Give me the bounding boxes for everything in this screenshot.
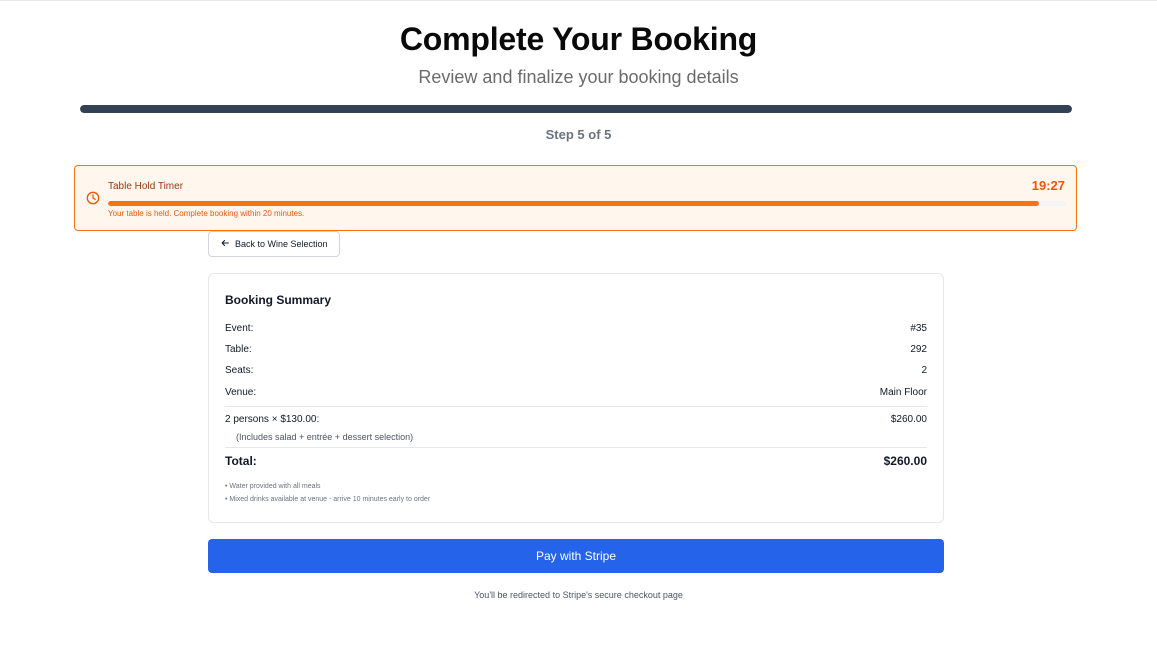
page-subtitle: Review and finalize your booking details xyxy=(418,67,739,87)
arrow-left-icon xyxy=(220,238,230,250)
line-item-value: $260.00 xyxy=(890,414,927,425)
note-water: • Water provided with all meals xyxy=(225,483,321,490)
line-item-label: 2 persons × $130.00: xyxy=(225,414,320,425)
timer-progress-fill xyxy=(108,201,1040,206)
row-value: #35 xyxy=(910,323,927,334)
pay-with-stripe-button[interactable]: Pay with Stripe xyxy=(208,539,944,573)
timer-countdown: 19:27 xyxy=(1031,178,1065,193)
row-value: 2 xyxy=(921,365,927,376)
timer-note: Your table is held. Complete booking wit… xyxy=(108,209,305,218)
timer-progress-bar xyxy=(108,201,1066,206)
divider xyxy=(225,447,927,448)
table-hold-timer: Table Hold Timer 19:27 Your table is hel… xyxy=(74,165,1077,231)
note-mixed-drinks: • Mixed drinks available at venue - arri… xyxy=(225,496,431,503)
row-label: Event: xyxy=(225,323,254,334)
summary-row-seats: Seats: 2 xyxy=(225,365,927,376)
summary-row-table: Table: 292 xyxy=(225,344,927,355)
booking-summary-title: Booking Summary xyxy=(225,293,332,307)
includes-note: (Includes salad + entrée + dessert selec… xyxy=(236,432,414,442)
back-to-wine-selection-button[interactable]: Back to Wine Selection xyxy=(208,231,340,257)
redirect-note: You'll be redirected to Stripe's secure … xyxy=(474,590,683,600)
step-progress-bar xyxy=(80,105,1072,113)
back-button-label: Back to Wine Selection xyxy=(235,239,328,249)
summary-row-venue: Venue: Main Floor xyxy=(225,387,927,398)
row-value: Main Floor xyxy=(879,387,927,398)
row-label: Venue: xyxy=(225,387,257,398)
row-label: Seats: xyxy=(225,365,254,376)
divider xyxy=(225,406,927,407)
step-label: Step 5 of 5 xyxy=(545,127,612,142)
total-label: Total: xyxy=(225,454,257,468)
row-value: 292 xyxy=(910,344,927,355)
booking-summary-card: Booking Summary Event: #35 Table: 292 Se… xyxy=(208,273,944,523)
total-value: $260.00 xyxy=(883,454,927,468)
summary-row-event: Event: #35 xyxy=(225,323,927,334)
step-progress-fill xyxy=(80,105,1072,113)
page-title: Complete Your Booking xyxy=(399,21,758,57)
clock-icon xyxy=(86,191,100,205)
row-label: Table: xyxy=(225,344,252,355)
timer-title: Table Hold Timer xyxy=(108,181,184,192)
summary-line-item: 2 persons × $130.00: $260.00 xyxy=(225,414,927,425)
summary-total-row: Total: $260.00 xyxy=(225,454,927,468)
